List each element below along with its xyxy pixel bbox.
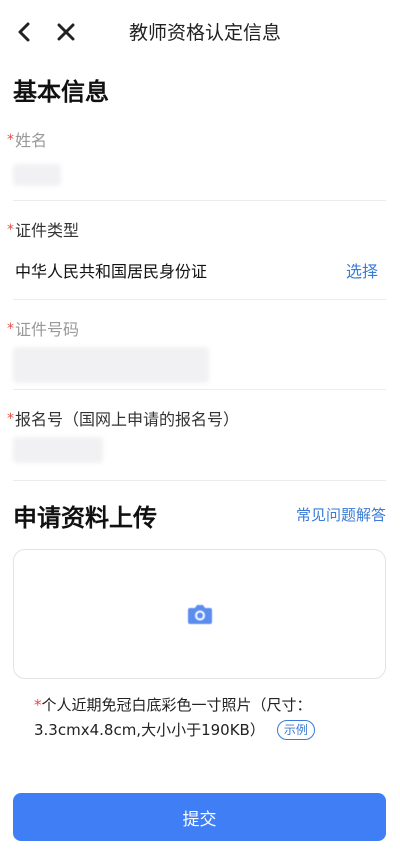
faq-link[interactable]: 常见问题解答 [296,504,386,525]
id-number-field[interactable]: *证件号码 [7,313,386,390]
required-mark: * [7,222,14,238]
id-type-label: 证件类型 [15,221,80,240]
required-mark: * [34,696,42,714]
photo-upload-area[interactable] [13,549,386,679]
camera-icon [187,605,212,624]
top-nav-bar: 教师资格认定信息 [0,0,400,62]
id-type-select-button[interactable]: 选择 [346,258,378,282]
registration-number-label: 报名号（国网上申请的报名号） [15,410,240,429]
upload-section-title: 申请资料上传 [13,504,157,532]
photo-requirement-hint: *个人近期免冠白底彩色一寸照片（尺寸：3.3cmx4.8cm,大小小于190KB… [34,693,374,743]
id-number-label: 证件号码 [15,320,80,339]
registration-number-value-redacted [13,437,103,463]
id-type-field[interactable]: *证件类型 中华人民共和国居民身份证 选择 [7,214,386,300]
name-field[interactable]: *姓名 [7,124,386,201]
photo-requirement-text: 个人近期免冠白底彩色一寸照片（尺寸：3.3cmx4.8cm,大小小于190KB） [34,696,312,739]
id-type-value: 中华人民共和国居民身份证 [15,262,208,281]
example-button[interactable]: 示例 [276,720,315,740]
required-mark: * [7,411,14,427]
required-mark: * [7,321,14,337]
registration-number-field[interactable]: *报名号（国网上申请的报名号） [7,403,386,481]
basic-info-title: 基本信息 [13,78,109,106]
submit-button[interactable]: 提交 [13,793,386,841]
page-title: 教师资格认定信息 [128,22,281,44]
required-mark: * [7,132,14,148]
name-value-redacted [13,164,61,186]
name-label: 姓名 [15,131,48,150]
id-number-value-redacted [13,347,209,383]
